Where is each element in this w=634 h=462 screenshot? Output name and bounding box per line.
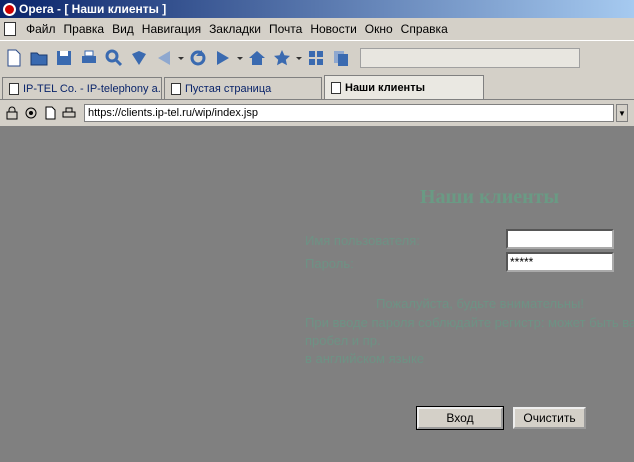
new-page-icon[interactable] [2, 46, 26, 70]
back-icon[interactable] [152, 46, 176, 70]
menu-item-navigation[interactable]: Навигация [138, 22, 205, 36]
page-icon [171, 82, 181, 95]
opera-logo-icon [3, 2, 16, 16]
password-input[interactable] [506, 252, 614, 272]
address-input[interactable] [84, 104, 614, 122]
info-message-line: При вводе пароля соблюдайте регистр: мож… [305, 315, 634, 330]
main-toolbar [0, 40, 634, 74]
forward-dropdown-icon[interactable] [236, 46, 244, 70]
menu-bar: Файл Правка Вид Навигация Закладки Почта… [0, 18, 634, 40]
menu-item-news[interactable]: Новости [306, 22, 360, 36]
toolbar-search-field[interactable] [360, 47, 580, 68]
bookmark-star-icon[interactable] [270, 46, 294, 70]
menu-item-bookmarks[interactable]: Закладки [205, 22, 265, 36]
address-dropdown-icon[interactable]: ▼ [616, 104, 628, 122]
tab-label: Пустая страница [185, 82, 272, 95]
login-button[interactable]: Вход [416, 406, 504, 430]
save-icon[interactable] [52, 46, 76, 70]
password-label: Пароль: [305, 256, 354, 271]
menu-item-file[interactable]: Файл [22, 22, 60, 36]
print-icon[interactable] [77, 46, 101, 70]
tab-our-clients[interactable]: Наши клиенты [324, 75, 484, 99]
login-label: Имя пользователя: [305, 233, 420, 248]
back-dropdown-icon[interactable] [177, 46, 185, 70]
tab-empty-page[interactable]: Пустая страница [164, 77, 322, 99]
clear-button[interactable]: Очистить [513, 407, 586, 429]
tab-label: Наши клиенты [345, 81, 425, 94]
forward-icon[interactable] [211, 46, 235, 70]
title-bar: Opera - [ Наши клиенты ] [0, 0, 634, 18]
find-icon[interactable] [102, 46, 126, 70]
page-icon [9, 82, 19, 95]
address-bar: ▼ [0, 100, 634, 128]
hotlist-icon[interactable] [127, 46, 151, 70]
tab-ip-tel[interactable]: IP-TEL Co. - IP-telephony a... [2, 77, 162, 99]
security-lock-icon[interactable] [4, 105, 20, 121]
reload-icon[interactable] [186, 46, 210, 70]
page-content: Наши клиенты Имя пользователя: Пароль: П… [0, 130, 634, 462]
print-small-icon[interactable] [61, 105, 77, 121]
tile-icon[interactable] [304, 46, 328, 70]
page-info-icon[interactable] [42, 105, 58, 121]
open-folder-icon[interactable] [27, 46, 51, 70]
page-heading: Наши клиенты [420, 186, 560, 208]
cascade-icon[interactable] [329, 46, 353, 70]
window-title: Opera - [ Наши клиенты ] [19, 2, 167, 16]
page-icon [331, 81, 341, 94]
menu-item-window[interactable]: Окно [361, 22, 397, 36]
document-icon[interactable] [4, 22, 16, 36]
menu-item-help[interactable]: Справка [397, 22, 452, 36]
menu-item-view[interactable]: Вид [108, 22, 138, 36]
warning-message: Пожалуйста, будьте внимательны! [376, 296, 585, 311]
info-message-line: пробел и пр. [305, 333, 381, 348]
login-input[interactable] [506, 229, 614, 249]
home-icon[interactable] [245, 46, 269, 70]
menu-item-edit[interactable]: Правка [60, 22, 109, 36]
menu-item-mail[interactable]: Почта [265, 22, 306, 36]
info-message-line: в английском языке [305, 351, 425, 366]
tab-bar: IP-TEL Co. - IP-telephony a... Пустая ст… [0, 74, 634, 100]
tab-label: IP-TEL Co. - IP-telephony a... [23, 82, 162, 95]
bookmark-dropdown-icon[interactable] [295, 46, 303, 70]
cookie-icon[interactable] [23, 105, 39, 121]
